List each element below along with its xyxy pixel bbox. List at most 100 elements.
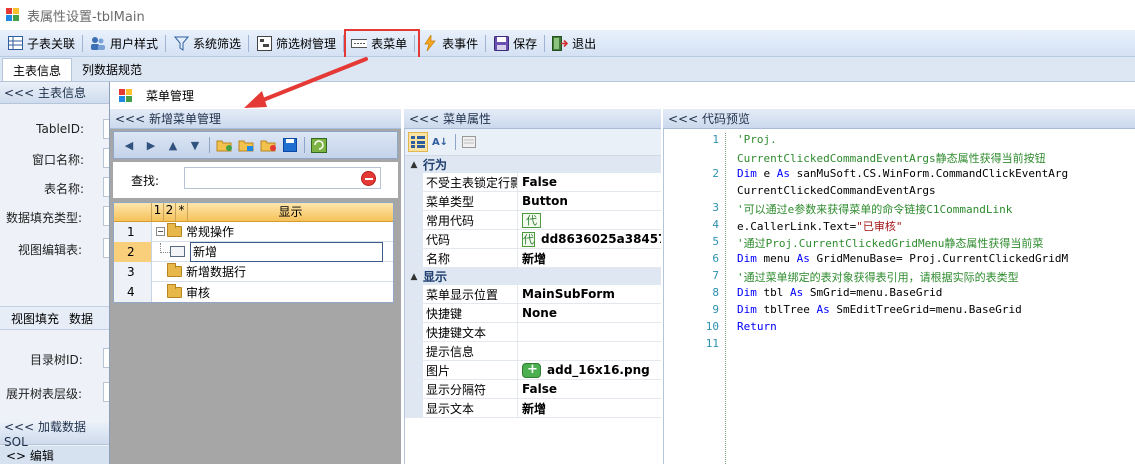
code-editor-button[interactable]: 代	[522, 212, 541, 228]
table-row[interactable]: 4 审核	[114, 282, 393, 302]
table-link-icon	[7, 35, 23, 51]
row-cell[interactable]: 新增	[152, 241, 393, 262]
prop-panel-header[interactable]: <<< 菜单属性	[404, 109, 661, 129]
property-row[interactable]: 提示信息	[405, 342, 661, 361]
move-down-icon[interactable]: ▼	[184, 134, 206, 156]
move-up-icon[interactable]: ▲	[162, 134, 184, 156]
code-line[interactable]: 10 Return	[664, 320, 1135, 337]
tree-panel-header[interactable]: <<< 新增菜单管理	[110, 109, 401, 129]
system-filter-button[interactable]: 系统筛选	[168, 32, 246, 55]
code-line[interactable]: CurrentClickedCommandEventArgs	[664, 184, 1135, 201]
exit-button[interactable]: 退出	[547, 32, 601, 55]
collapse-icon[interactable]: ▲	[405, 160, 423, 170]
property-row[interactable]: 名称 新增	[405, 249, 661, 268]
toolbar-separator	[544, 34, 546, 52]
property-row[interactable]: 快捷键 None	[405, 304, 661, 323]
clear-search-icon[interactable]	[361, 171, 376, 186]
code-line[interactable]: 1 'Proj.	[664, 133, 1135, 150]
sort-alpha-icon[interactable]: A↓	[430, 132, 450, 152]
code-editor[interactable]: 1 'Proj. CurrentClickedCommandEventArgs静态属…	[664, 133, 1135, 464]
grid-header-star[interactable]: *	[176, 203, 188, 221]
sub-tab-view-fill[interactable]: 视图填充	[11, 310, 59, 327]
load-sql-section-header[interactable]: <<< 加载数据 SQL	[0, 420, 110, 449]
code-token: tbl	[756, 286, 790, 299]
dialog-title-bar: 菜单管理	[110, 82, 1135, 109]
collapse-icon[interactable]: −	[156, 227, 165, 236]
save-button[interactable]: 保存	[488, 32, 542, 55]
save-icon[interactable]	[279, 134, 301, 156]
tab-strip: 主表信息 列数据规范	[0, 57, 1135, 82]
tab-column-spec[interactable]: 列数据规范	[72, 58, 152, 81]
collapse-icon[interactable]: ▲	[405, 272, 423, 282]
table-row[interactable]: 2 新增	[114, 241, 393, 262]
code-line[interactable]: 4 e.CallerLink.Text="已审核"	[664, 218, 1135, 235]
filter-tree-manage-button[interactable]: 筛选树管理	[251, 32, 341, 55]
property-row[interactable]: 常用代码代	[405, 211, 661, 230]
toolbar-separator	[343, 34, 345, 52]
code-token: e	[756, 167, 777, 180]
code-line[interactable]: 6 Dim menu As GridMenuBase= Proj.CurrentC…	[664, 252, 1135, 269]
code-line[interactable]: 9 Dim tblTree As SmEditTreeGrid=menu.Base…	[664, 303, 1135, 320]
code-token: Dim	[737, 286, 757, 299]
code-line[interactable]: 2 Dim e As sanMuSoft.CS.WinForm.CommandCl…	[664, 167, 1135, 184]
code-token: As	[796, 252, 810, 265]
code-text: 'Proj.	[737, 133, 777, 146]
property-row[interactable]: 不受主表锁定行影 False	[405, 173, 661, 192]
property-row[interactable]: 显示文本 新增	[405, 399, 661, 418]
edit-tab[interactable]: <> 编辑	[0, 446, 110, 464]
main-info-section-header[interactable]: <<< 主表信息	[0, 82, 110, 104]
grid-corner	[114, 203, 152, 221]
field-label-tree-level: 展开树表层级:	[6, 387, 83, 401]
grid-header-display[interactable]: 显示	[188, 203, 393, 221]
tab-main-info[interactable]: 主表信息	[2, 58, 73, 81]
table-event-button[interactable]: 表事件	[417, 32, 483, 55]
move-right-icon[interactable]: ▶	[140, 134, 162, 156]
table-row[interactable]: 3 新增数据行	[114, 261, 393, 282]
code-token: SmEditTreeGrid=menu.BaseGrid	[829, 303, 1022, 316]
property-pages-icon[interactable]	[459, 132, 479, 152]
code-text: '通过Proj.CurrentClickedGridMenu静态属性获得当前菜	[737, 235, 1043, 251]
table-row[interactable]: 1 − 常规操作	[114, 221, 393, 242]
property-row[interactable]: 菜单类型 Button	[405, 192, 661, 211]
property-row[interactable]: 显示分隔符 False	[405, 380, 661, 399]
grid-header-level-1[interactable]: 1	[152, 203, 164, 221]
save-icon	[493, 35, 509, 51]
property-row[interactable]: 菜单显示位置 MainSubForm	[405, 285, 661, 304]
refresh-icon[interactable]	[308, 134, 330, 156]
code-line[interactable]: 3 '可以通过e参数来获得菜单的命令链接C1CommandLink	[664, 201, 1135, 218]
row-cell[interactable]: 审核	[152, 282, 393, 302]
grid-header-level-2[interactable]: 2	[164, 203, 176, 221]
code-panel-header[interactable]: <<< 代码预览	[663, 109, 1135, 129]
add-folder-icon[interactable]	[213, 134, 235, 156]
table-menu-button[interactable]: 表菜单	[346, 32, 412, 55]
user-style-button[interactable]: 用户样式	[85, 32, 163, 55]
code-line[interactable]: 7 '通过菜单绑定的表对象获得表引用，请根据实际的表类型	[664, 269, 1135, 286]
code-line[interactable]: 5 '通过Proj.CurrentClickedGridMenu静态属性获得当前菜	[664, 235, 1135, 252]
field-label-view-edit-table: 视图编辑表:	[18, 243, 83, 257]
code-line[interactable]: CurrentClickedCommandEventArgs静态属性获得当前按钮	[664, 150, 1135, 167]
row-edit-input[interactable]: 新增	[190, 241, 383, 262]
code-token: 'Proj.	[737, 133, 777, 146]
category-behavior[interactable]: ▲ 行为	[405, 156, 661, 173]
row-cell[interactable]: − 常规操作	[152, 222, 393, 242]
search-input[interactable]	[184, 167, 381, 189]
property-row[interactable]: 图片add_16x16.png	[405, 361, 661, 380]
code-line[interactable]: 11	[664, 337, 1135, 354]
add-sub-folder-icon[interactable]	[235, 134, 257, 156]
categorized-icon[interactable]	[408, 132, 428, 152]
category-display[interactable]: ▲ 显示	[405, 268, 661, 285]
code-editor-button[interactable]: 代	[522, 231, 535, 247]
toolbar-separator	[455, 134, 456, 150]
filter-icon	[173, 35, 189, 51]
property-row[interactable]: 代码代 dd8636025a38457	[405, 230, 661, 249]
sub-table-link-button[interactable]: 子表关联	[2, 32, 80, 55]
move-left-icon[interactable]: ◀	[118, 134, 140, 156]
sub-tab-data[interactable]: 数据	[69, 310, 93, 327]
property-row[interactable]: 快捷键文本	[405, 323, 661, 342]
code-token: '可以通过e参数来获得菜单的命令链接C1CommandLink	[737, 203, 1013, 216]
row-cell[interactable]: 新增数据行	[152, 262, 393, 282]
delete-folder-icon[interactable]	[257, 134, 279, 156]
background-form: <<< 主表信息 TableID: 窗口名称: 表名称: 数据填充类型: 视图编…	[0, 82, 110, 464]
field-label-fill-type: 数据填充类型:	[6, 211, 83, 225]
code-line[interactable]: 8 Dim tbl As SmGrid=menu.BaseGrid	[664, 286, 1135, 303]
